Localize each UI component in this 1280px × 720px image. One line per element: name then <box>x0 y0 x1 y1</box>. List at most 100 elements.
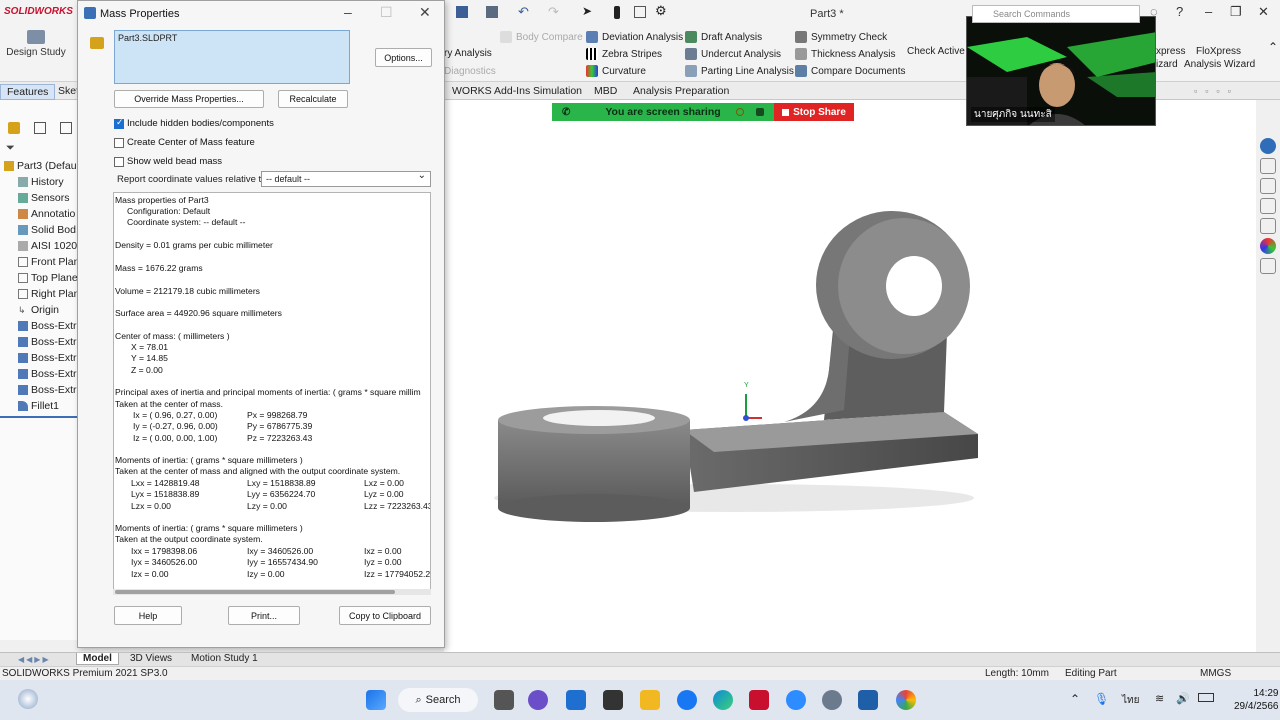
checkbox-checked[interactable] <box>114 117 124 129</box>
battery-icon[interactable] <box>1198 693 1214 702</box>
create-com-checkbox[interactable]: Create Center of Mass feature <box>114 137 255 148</box>
selected-file-item[interactable]: Part3.SLDPRT <box>118 33 177 43</box>
minimize-icon[interactable]: – <box>1205 4 1212 19</box>
xpress-label-1[interactable]: xpress <box>1156 46 1185 57</box>
rollback-bar[interactable] <box>0 416 78 418</box>
feature-manager-icon[interactable] <box>8 122 20 134</box>
expand-ribbon-icon[interactable]: ⌃ <box>1268 40 1278 54</box>
file-properties-icon[interactable] <box>634 6 646 18</box>
gear-icon[interactable]: ⚙ <box>655 3 667 19</box>
tree-item-boss-extrude-3[interactable]: Boss-Extru <box>18 352 82 364</box>
undo-icon[interactable]: ↶ <box>518 4 529 20</box>
tree-item-solid-bodies[interactable]: Solid Bod <box>18 224 76 236</box>
undercut-analysis-button[interactable]: Undercut Analysis <box>685 48 781 60</box>
tab-addins[interactable]: WORKS Add-Ins <box>446 84 536 98</box>
help-button[interactable]: Help <box>114 606 182 625</box>
wifi-icon[interactable]: ≋ <box>1155 692 1164 705</box>
store-icon[interactable] <box>603 690 623 710</box>
tree-item-boss-extrude-1[interactable]: Boss-Extru <box>18 320 82 332</box>
print-icon[interactable] <box>486 6 498 18</box>
system-clock[interactable]: 14:29 29/4/2566 <box>1234 687 1279 713</box>
help-icon[interactable]: ? <box>1176 4 1183 19</box>
tab-features[interactable]: Features <box>0 84 56 100</box>
volume-icon[interactable]: 🔊 <box>1176 692 1190 705</box>
tree-root-part3[interactable]: Part3 (Defaul <box>4 160 79 172</box>
print-button[interactable]: Print... <box>228 606 300 625</box>
tree-item-annotations[interactable]: Annotatio <box>18 208 75 220</box>
tab-motion-study-1[interactable]: Motion Study 1 <box>185 653 264 664</box>
design-study-button[interactable]: Design Study <box>6 30 66 59</box>
body-compare-button[interactable]: Body Compare <box>500 31 583 43</box>
view-palette-icon[interactable] <box>1260 218 1276 234</box>
diagnostics-button[interactable]: Diagnostics <box>444 66 496 77</box>
graphics-area[interactable]: Y ▫▫▫▫ <box>444 86 1256 652</box>
tree-item-front-plane[interactable]: Front Plan <box>18 256 79 268</box>
override-mass-properties-button[interactable]: Override Mass Properties... <box>114 90 264 108</box>
tree-item-origin[interactable]: ↳ Origin <box>18 304 59 316</box>
tray-chevron-icon[interactable]: ⌃ <box>1070 692 1080 706</box>
deviation-analysis-button[interactable]: Deviation Analysis <box>586 31 683 43</box>
traffic-light-icon[interactable] <box>614 6 620 19</box>
settings-icon[interactable] <box>822 690 842 710</box>
language-indicator[interactable]: ไทย <box>1122 693 1139 708</box>
select-icon[interactable]: ➤ <box>582 4 592 18</box>
mail-icon[interactable] <box>566 690 586 710</box>
restore-icon[interactable]: ❐ <box>1230 4 1242 20</box>
options-button[interactable]: Options... <box>375 48 432 67</box>
tree-item-boss-extrude-5[interactable]: Boss-Extru <box>18 384 82 396</box>
results-horizontal-scrollbar[interactable] <box>113 589 431 595</box>
filter-icon[interactable]: ⏷ <box>6 142 15 155</box>
chat-icon[interactable] <box>528 690 548 710</box>
design-library-icon[interactable] <box>1260 178 1276 194</box>
include-hidden-checkbox[interactable]: Include hidden bodies/components <box>114 117 274 129</box>
curvature-button[interactable]: Curvature <box>586 65 646 77</box>
tab-analysis-preparation[interactable]: Analysis Preparation <box>627 84 735 98</box>
unit-system[interactable]: MMGS <box>1200 668 1231 679</box>
selected-items-list[interactable]: Part3.SLDPRT <box>114 30 350 84</box>
compare-documents-button[interactable]: Compare Documents <box>795 65 905 77</box>
tab-3d-views[interactable]: 3D Views <box>124 653 178 664</box>
redo-icon[interactable]: ↷ <box>548 4 559 20</box>
zebra-stripes-button[interactable]: Zebra Stripes <box>586 48 662 60</box>
dialog-maximize-icon[interactable]: ☐ <box>380 4 393 21</box>
task-view-icon[interactable] <box>494 690 514 710</box>
draft-analysis-button[interactable]: Draft Analysis <box>685 31 762 43</box>
coordinate-system-select[interactable]: -- default -- <box>261 170 431 187</box>
zoom-icon[interactable] <box>786 690 806 710</box>
pause-icon[interactable] <box>736 108 744 116</box>
app-icon[interactable] <box>858 690 878 710</box>
facebook-icon[interactable] <box>677 690 697 710</box>
copy-to-clipboard-button[interactable]: Copy to Clipboard <box>339 606 431 625</box>
dialog-minimize-icon[interactable]: – <box>344 4 352 20</box>
configuration-manager-icon[interactable] <box>60 122 72 134</box>
file-explorer-icon[interactable] <box>1260 198 1276 214</box>
tree-item-right-plane[interactable]: Right Plan <box>18 288 79 300</box>
tree-item-history[interactable]: History <box>18 176 64 188</box>
edge-icon[interactable] <box>713 690 733 710</box>
check-active-button[interactable]: Check Active D <box>907 46 975 57</box>
search-commands-input[interactable]: Search Commands <box>972 5 1140 23</box>
file-explorer-taskbar-icon[interactable] <box>640 690 660 710</box>
symmetry-check-button[interactable]: Symmetry Check <box>795 31 887 43</box>
tree-item-material[interactable]: AISI 1020 <box>18 240 77 252</box>
custom-properties-icon[interactable] <box>1260 258 1276 274</box>
solidworks-resources-icon[interactable] <box>1260 138 1276 154</box>
tree-item-fillet1[interactable]: Fillet1 <box>18 400 59 412</box>
tab-scroll-arrows[interactable]: ◀◀▶▶ <box>18 655 51 664</box>
thickness-analysis-button[interactable]: Thickness Analysis <box>795 48 895 60</box>
show-weld-checkbox[interactable]: Show weld bead mass <box>114 156 222 167</box>
chrome-icon[interactable] <box>896 690 916 710</box>
checkbox-unchecked[interactable] <box>114 156 124 167</box>
scrollbar-thumb[interactable] <box>115 590 395 594</box>
solidworks-taskbar-icon[interactable] <box>749 690 769 710</box>
floxpress-button[interactable]: FloXpress <box>1196 46 1241 57</box>
tab-model[interactable]: Model <box>76 653 119 665</box>
appearances-icon[interactable] <box>1260 238 1276 254</box>
home-icon[interactable] <box>1260 158 1276 174</box>
symmetry-analysis-button[interactable]: ry Analysis <box>444 48 492 59</box>
checkbox-unchecked[interactable] <box>114 137 124 148</box>
tree-item-boss-extrude-4[interactable]: Boss-Extru <box>18 368 82 380</box>
tree-item-top-plane[interactable]: Top Plane <box>18 272 78 284</box>
tab-mbd[interactable]: MBD <box>588 84 623 98</box>
tab-simulation[interactable]: Simulation <box>527 84 588 98</box>
